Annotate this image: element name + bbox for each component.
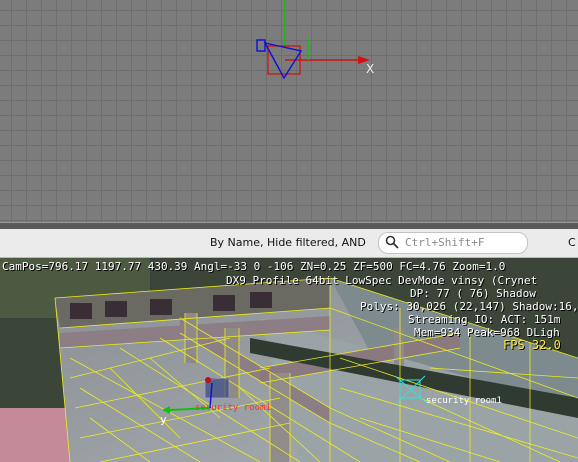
entity-label-security-room[interactable]: security room1 [195,403,271,413]
search-icon [385,235,399,249]
entity-label-security-room-2[interactable]: security room1 [426,396,502,406]
filter-toolbar: By Name, Hide filtered, AND C [0,229,578,258]
filter-mode-label[interactable]: By Name, Hide filtered, AND [210,236,366,249]
camera-body-icon[interactable] [256,39,266,52]
hud-polys: Polys: 30,026 (22,147) Shadow:16, [360,300,578,313]
ortho-gizmo [256,0,370,80]
camera-frustum[interactable] [263,41,303,80]
hud-fps: FPS 32.0 [503,338,561,352]
hud-profile: DX9 Profile 64bit LowSpec DevMode vinsy … [226,274,538,287]
search-input[interactable] [405,234,521,250]
perspective-viewport[interactable]: CamPos=796.17 1197.77 430.39 Angl=-33 0 … [0,258,578,462]
hud-streaming: Streaming IO: ACT: 151m [408,313,561,326]
clipped-toolbar-label: C [568,236,576,249]
gizmo-y-label: y [160,413,167,426]
top-ortho-viewport[interactable]: X [0,0,578,222]
search-box[interactable] [378,232,528,254]
x-axis-label: X [366,62,375,76]
hud-campos: CamPos=796.17 1197.77 430.39 Angl=-33 0 … [2,260,506,273]
hud-drawcalls: DP: 77 ( 76) Shadow [410,287,536,300]
